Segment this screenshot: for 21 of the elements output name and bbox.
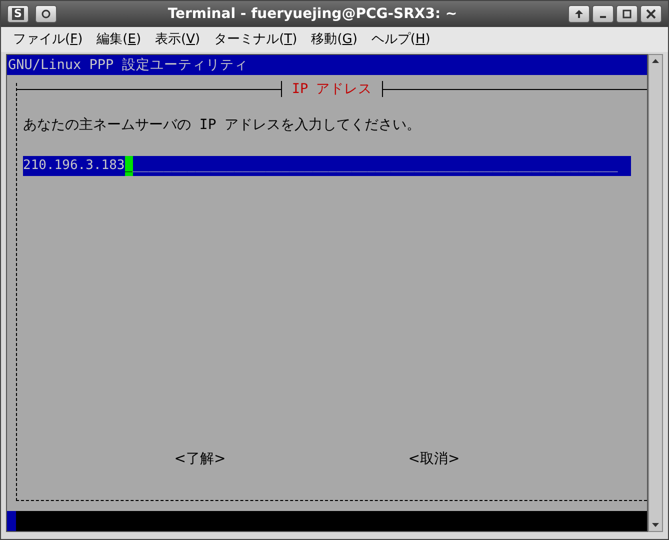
window-title: Terminal - fueryuejing@PCG-SRX3: ~ xyxy=(166,4,458,24)
text-cursor: _ xyxy=(124,156,133,176)
minimize-icon[interactable] xyxy=(592,5,614,23)
prompt-text: あなたの主ネームサーバの IP アドレスを入力してください。 xyxy=(23,116,422,135)
menu-item[interactable]: ターミナル(T) xyxy=(207,28,304,52)
close-icon[interactable] xyxy=(640,5,662,23)
menu-item[interactable]: ファイル(F) xyxy=(6,28,90,52)
menu-item[interactable]: 編集(E) xyxy=(90,28,148,52)
menu-item[interactable]: ヘルプ(H) xyxy=(364,28,438,52)
menu-item[interactable]: 表示(V) xyxy=(148,28,208,52)
menu-item[interactable]: 移動(G) xyxy=(304,28,364,52)
shade-icon[interactable] xyxy=(568,5,590,23)
dialog-button[interactable]: <取消> xyxy=(408,449,460,470)
scrollbar[interactable] xyxy=(648,54,663,532)
maximize-icon[interactable] xyxy=(616,5,638,23)
dialog-button[interactable]: <了解> xyxy=(174,449,226,470)
input-field[interactable]: 210.196.3.183_______________________________________________________________ xyxy=(23,156,631,176)
terminal-header: GNU/Linux PPP 設定ユーティリティ xyxy=(7,55,647,75)
dialog-title: IP アドレス xyxy=(280,81,384,97)
app-menu-icon[interactable]: S xyxy=(7,5,29,23)
cursor-block xyxy=(7,511,16,531)
